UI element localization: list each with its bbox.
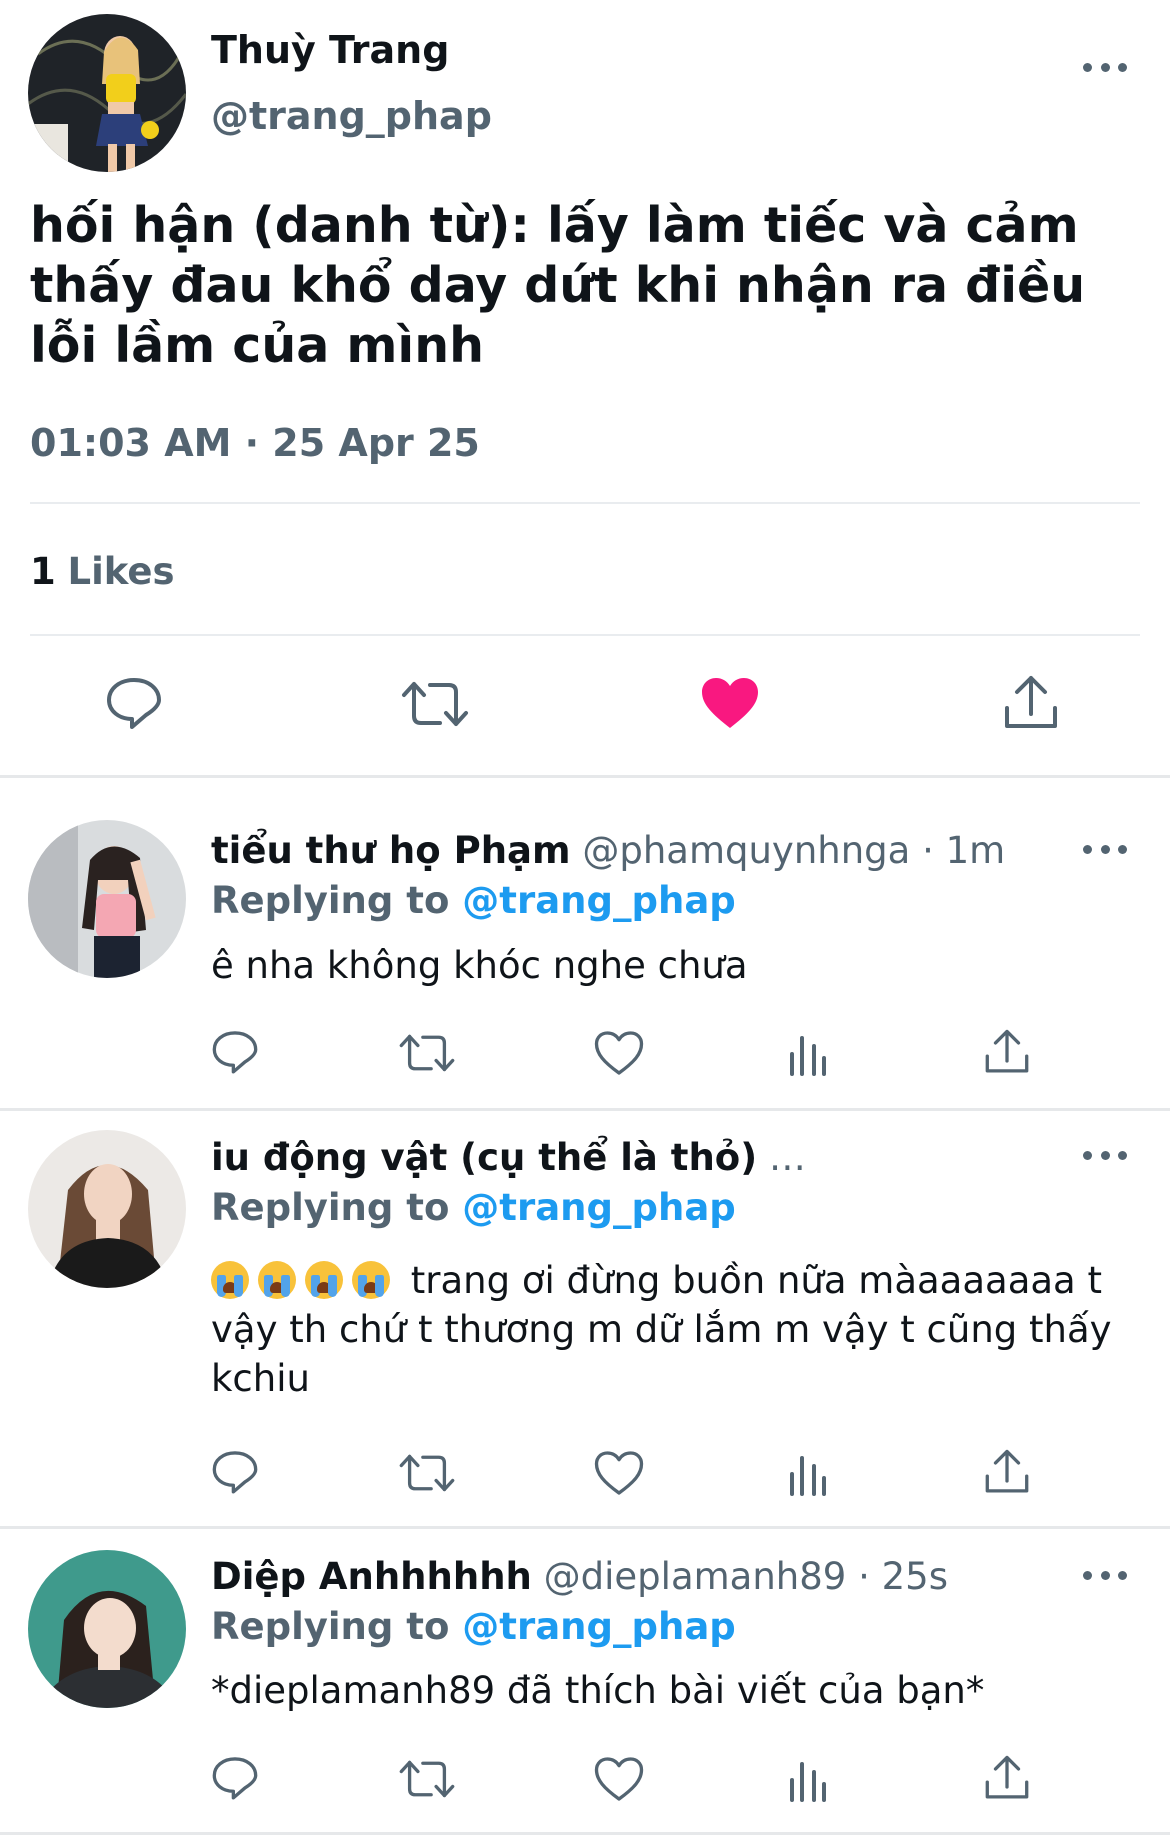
replying-to-label: Replying to [211, 1186, 450, 1229]
divider [30, 634, 1140, 636]
replying-to-handle[interactable]: @trang_phap [462, 879, 736, 922]
divider [0, 775, 1170, 778]
reply-text: ê nha không khóc nghe chưa [211, 944, 748, 987]
main-tweet-timestamp[interactable]: 01:03 AM · 25 Apr 25 [30, 421, 480, 465]
replying-to: Replying to @trang_phap [211, 1186, 736, 1229]
divider [30, 502, 1140, 504]
divider [0, 1832, 1170, 1835]
main-author-handle[interactable]: @trang_phap [211, 94, 492, 138]
like-icon [594, 1757, 644, 1801]
retweet-button[interactable] [398, 1031, 456, 1075]
views-icon [790, 1456, 826, 1496]
reply-icon [212, 1031, 258, 1074]
retweet-icon [399, 1760, 455, 1798]
reply-icon [107, 678, 161, 729]
retweet-button[interactable] [398, 1757, 456, 1801]
reply-author-name[interactable]: iu động vật (cụ thể là thỏ) [211, 1136, 757, 1179]
reply-text: trang ơi đừng buồn nữa màaaaaaaa t vậy t… [211, 1256, 1131, 1403]
likes-count: 1 [30, 550, 56, 593]
share-button[interactable] [984, 1448, 1030, 1496]
reply-actions [211, 1028, 1031, 1080]
reply-avatar[interactable] [28, 1130, 186, 1288]
reply-text: *dieplamanh89 đã thích bài viết của bạn* [211, 1669, 985, 1712]
reply-author-name[interactable]: tiểu thư họ Phạm [211, 829, 571, 872]
main-author-name[interactable]: Thuỳ Trang [211, 28, 449, 72]
replying-to: Replying to @trang_phap [211, 879, 736, 922]
crying-emoji-group [211, 1259, 399, 1302]
retweet-button[interactable] [400, 678, 470, 730]
like-icon [594, 1451, 644, 1495]
reply-button[interactable] [211, 1448, 259, 1496]
replying-to-handle[interactable]: @trang_phap [462, 1605, 736, 1648]
reply-button[interactable] [105, 675, 163, 731]
replying-to-label: Replying to [211, 879, 450, 922]
retweet-button[interactable] [398, 1451, 456, 1495]
replying-to: Replying to @trang_phap [211, 1605, 736, 1648]
share-button[interactable] [984, 1754, 1030, 1802]
retweet-icon [402, 682, 468, 726]
views-icon [790, 1762, 826, 1802]
views-button[interactable] [788, 1758, 828, 1802]
more-icon[interactable] [1083, 1568, 1127, 1582]
share-icon [985, 1449, 1029, 1493]
reply-author-meta[interactable]: … [769, 1136, 806, 1179]
loudly-crying-emoji [305, 1261, 343, 1299]
views-icon [790, 1036, 826, 1076]
main-author-avatar[interactable] [28, 14, 186, 172]
divider [0, 1526, 1170, 1529]
loudly-crying-emoji [352, 1261, 390, 1299]
like-button[interactable] [594, 1756, 644, 1802]
replying-to-handle[interactable]: @trang_phap [462, 1186, 736, 1229]
main-tweet-text: hối hận (danh từ): lấy làm tiếc và cảm t… [30, 197, 1086, 374]
like-icon [594, 1031, 644, 1075]
share-icon [985, 1029, 1029, 1073]
replying-to-label: Replying to [211, 1605, 450, 1648]
likes-label: Likes [67, 550, 175, 593]
reply-author-meta[interactable]: @dieplamanh89 · 25s [544, 1555, 948, 1598]
reply-header: Diệp Anhhhhhh @dieplamanh89 · 25s [211, 1555, 948, 1598]
more-icon[interactable] [1083, 842, 1127, 856]
reply-author-meta[interactable]: @phamquynhnga · 1m [582, 829, 1005, 872]
like-button[interactable] [594, 1030, 644, 1076]
like-button[interactable] [594, 1450, 644, 1496]
loudly-crying-emoji [211, 1261, 249, 1299]
like-button[interactable] [700, 676, 760, 730]
reply-actions [211, 1754, 1031, 1806]
reply-header: tiểu thư họ Phạm @phamquynhnga · 1m [211, 829, 1005, 872]
retweet-icon [399, 1454, 455, 1492]
reply-button[interactable] [211, 1754, 259, 1802]
share-icon [1005, 676, 1057, 728]
reply-button[interactable] [211, 1028, 259, 1076]
more-icon[interactable] [1083, 60, 1127, 74]
more-icon[interactable] [1083, 1148, 1127, 1162]
views-button[interactable] [788, 1032, 828, 1076]
retweet-icon [399, 1034, 455, 1072]
like-icon [702, 678, 758, 728]
loudly-crying-emoji [258, 1261, 296, 1299]
share-button[interactable] [1003, 674, 1059, 732]
views-button[interactable] [788, 1452, 828, 1496]
share-icon [985, 1755, 1029, 1799]
reply-author-name[interactable]: Diệp Anhhhhhh [211, 1555, 532, 1598]
reply-icon [212, 1451, 258, 1494]
reply-icon [212, 1757, 258, 1800]
divider [0, 1108, 1170, 1111]
reply-avatar[interactable] [28, 820, 186, 978]
share-button[interactable] [984, 1028, 1030, 1076]
reply-actions [211, 1448, 1031, 1500]
reply-header: iu động vật (cụ thể là thỏ) … [211, 1136, 806, 1179]
likes-stat[interactable]: 1 Likes [30, 550, 175, 593]
reply-avatar[interactable] [28, 1550, 186, 1708]
